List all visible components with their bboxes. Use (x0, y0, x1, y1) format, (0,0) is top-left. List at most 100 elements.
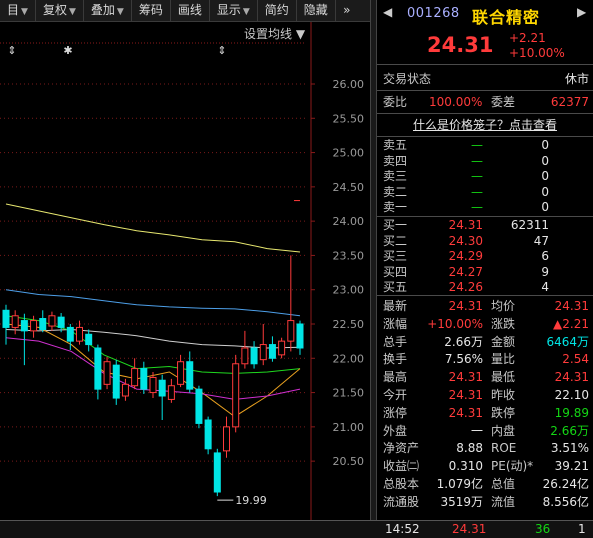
trade-status-row: 交易状态 休市 (377, 70, 593, 88)
stat-value: 24.31 (448, 388, 483, 402)
weibi-label: 委比 (383, 95, 408, 109)
stat-label: 最新 (383, 299, 408, 313)
asks-price: — (471, 184, 483, 199)
stat-value: 19.89 (554, 405, 589, 420)
stat-label: 流通股 (383, 494, 420, 509)
last-price: 24.31 (427, 33, 494, 57)
candle-body (76, 326, 83, 342)
bids-price: 24.26 (448, 280, 483, 295)
prev-stock-icon[interactable]: ◀ (383, 5, 392, 19)
candle-body (30, 320, 38, 332)
stat-label: 净资产 (383, 441, 420, 456)
separator (377, 64, 593, 65)
stat-label: 内盘 (491, 423, 516, 438)
more-icon[interactable]: » (336, 0, 358, 21)
candle-body (241, 347, 249, 365)
toolbar-item[interactable]: 目 ▼ (0, 0, 36, 21)
asks-price: — (471, 200, 483, 215)
stat-row: 今开 24.31 昨收 22.10 (377, 386, 593, 404)
y-tick-label: 21.00 (333, 421, 365, 434)
asks-label: 卖四 (383, 153, 408, 168)
weicha-value: 62377 (550, 95, 589, 109)
next-stock-icon[interactable]: ▶ (577, 5, 586, 19)
asks-volume: 0 (541, 184, 549, 199)
stat-value: 2.66万 (550, 423, 589, 438)
asks-label: 卖五 (383, 138, 408, 152)
toolbar-item[interactable]: 画线 (171, 0, 210, 21)
stat-value: 24.31 (448, 299, 483, 313)
panel-divider[interactable] (370, 0, 377, 537)
candle-body (268, 344, 276, 359)
y-tick-label: 26.00 (333, 78, 365, 91)
toolbar-item-label: 隐藏 (303, 3, 328, 17)
bids-label: 买二 (383, 233, 408, 248)
quote-panel: ◀ 001268 联合精密 ▶ 24.31 +2.21 +10.00% 交易状态… (377, 0, 593, 537)
stat-value: 6464万 (546, 334, 589, 349)
stat-value: 8.88 (456, 441, 483, 456)
toolbar-item[interactable]: 复权 ▼ (36, 0, 84, 21)
candle-body (204, 419, 212, 450)
asks-row: 卖四 — 0 (377, 154, 593, 169)
y-tick-label: 22.50 (333, 318, 365, 331)
tick-count: 1 (578, 522, 586, 536)
bids-label: 买一 (383, 218, 408, 232)
stat-value: 24.31 (448, 405, 483, 420)
toolbar-item-label: 叠加 (90, 3, 115, 17)
stat-row: 涨幅 +10.00% 涨跌 ▲2.21 (377, 315, 593, 333)
stat-row: 最新 24.31 均价 24.31 (377, 297, 593, 315)
bids-row: 买二 24.30 47 (377, 234, 593, 249)
toolbar-item[interactable]: 叠加 ▼ (84, 0, 132, 21)
stat-value: 39.21 (554, 459, 589, 474)
candle-body (85, 333, 93, 346)
stat-label: 涨停 (383, 405, 408, 420)
asks-row: 卖五 — 0 (377, 138, 593, 153)
asks-row: 卖二 — 0 (377, 185, 593, 200)
candle-body (20, 320, 28, 332)
toolbar-item[interactable]: 隐藏 (297, 0, 336, 21)
event-marker-icon: ⇕ (217, 44, 226, 57)
candle-body (158, 379, 166, 397)
chevron-down-icon: ▼ (21, 7, 28, 17)
stat-value: 2.54 (562, 352, 589, 367)
toolbar-item[interactable]: 筹码 (132, 0, 171, 21)
weibi-value: 100.00% (429, 95, 483, 109)
asks-volume: 0 (541, 200, 549, 215)
price-cage-link-row: 什么是价格笼子？点击查看 (377, 116, 593, 134)
bids-row: 买四 24.27 9 (377, 265, 593, 280)
stat-value: 2.66万 (444, 334, 483, 349)
event-marker-icon: ✱ (63, 44, 72, 57)
stat-value: 3.51% (550, 441, 589, 456)
bids-row: 买五 24.26 4 (377, 280, 593, 295)
y-tick-label: 23.50 (333, 249, 365, 262)
price-cage-link[interactable]: 什么是价格笼子？点击查看 (413, 118, 557, 132)
bids-row: 买三 24.29 6 (377, 249, 593, 264)
candle-body (195, 388, 203, 424)
y-tick-label: 20.50 (333, 455, 365, 468)
candle-body (103, 361, 111, 385)
stat-label: PE(动)* (491, 459, 534, 474)
candle-body (94, 347, 102, 390)
stat-row: 涨停 24.31 跌停 19.89 (377, 404, 593, 422)
candle-body (250, 347, 258, 365)
stat-label: 涨幅 (383, 316, 408, 331)
toolbar-item-label: 画线 (177, 3, 202, 17)
y-tick-label: 22.00 (333, 352, 365, 365)
stat-label: 收益㈡ (383, 459, 420, 474)
y-tick-label: 24.50 (333, 181, 365, 194)
separator (377, 216, 593, 217)
ma-setting-button[interactable]: 设置均线 ▼ (244, 27, 306, 41)
bids-volume: 4 (541, 280, 549, 295)
stat-row: 换手 7.56% 量比 2.54 (377, 350, 593, 368)
stat-value: 1.079亿 (436, 477, 483, 491)
toolbar-item-label: 简约 (264, 3, 289, 17)
stat-label: 最高 (383, 370, 408, 385)
toolbar-item[interactable]: 显示 ▼ (210, 0, 258, 21)
toolbar-item[interactable]: 简约 (258, 0, 297, 21)
stat-value: 24.31 (554, 299, 589, 313)
candle-body (131, 368, 139, 387)
tick-row: 14:52 24.31 36 1 (0, 520, 593, 538)
candle-body (186, 361, 194, 390)
weicha-label: 委差 (491, 95, 516, 109)
candle-body (39, 318, 47, 330)
kline-chart[interactable]: 设置均线 ▼ ⇕ ✱ ⇕ 26.00 25.50 25.00 24.50 24.00 23.50 2… (0, 22, 370, 520)
